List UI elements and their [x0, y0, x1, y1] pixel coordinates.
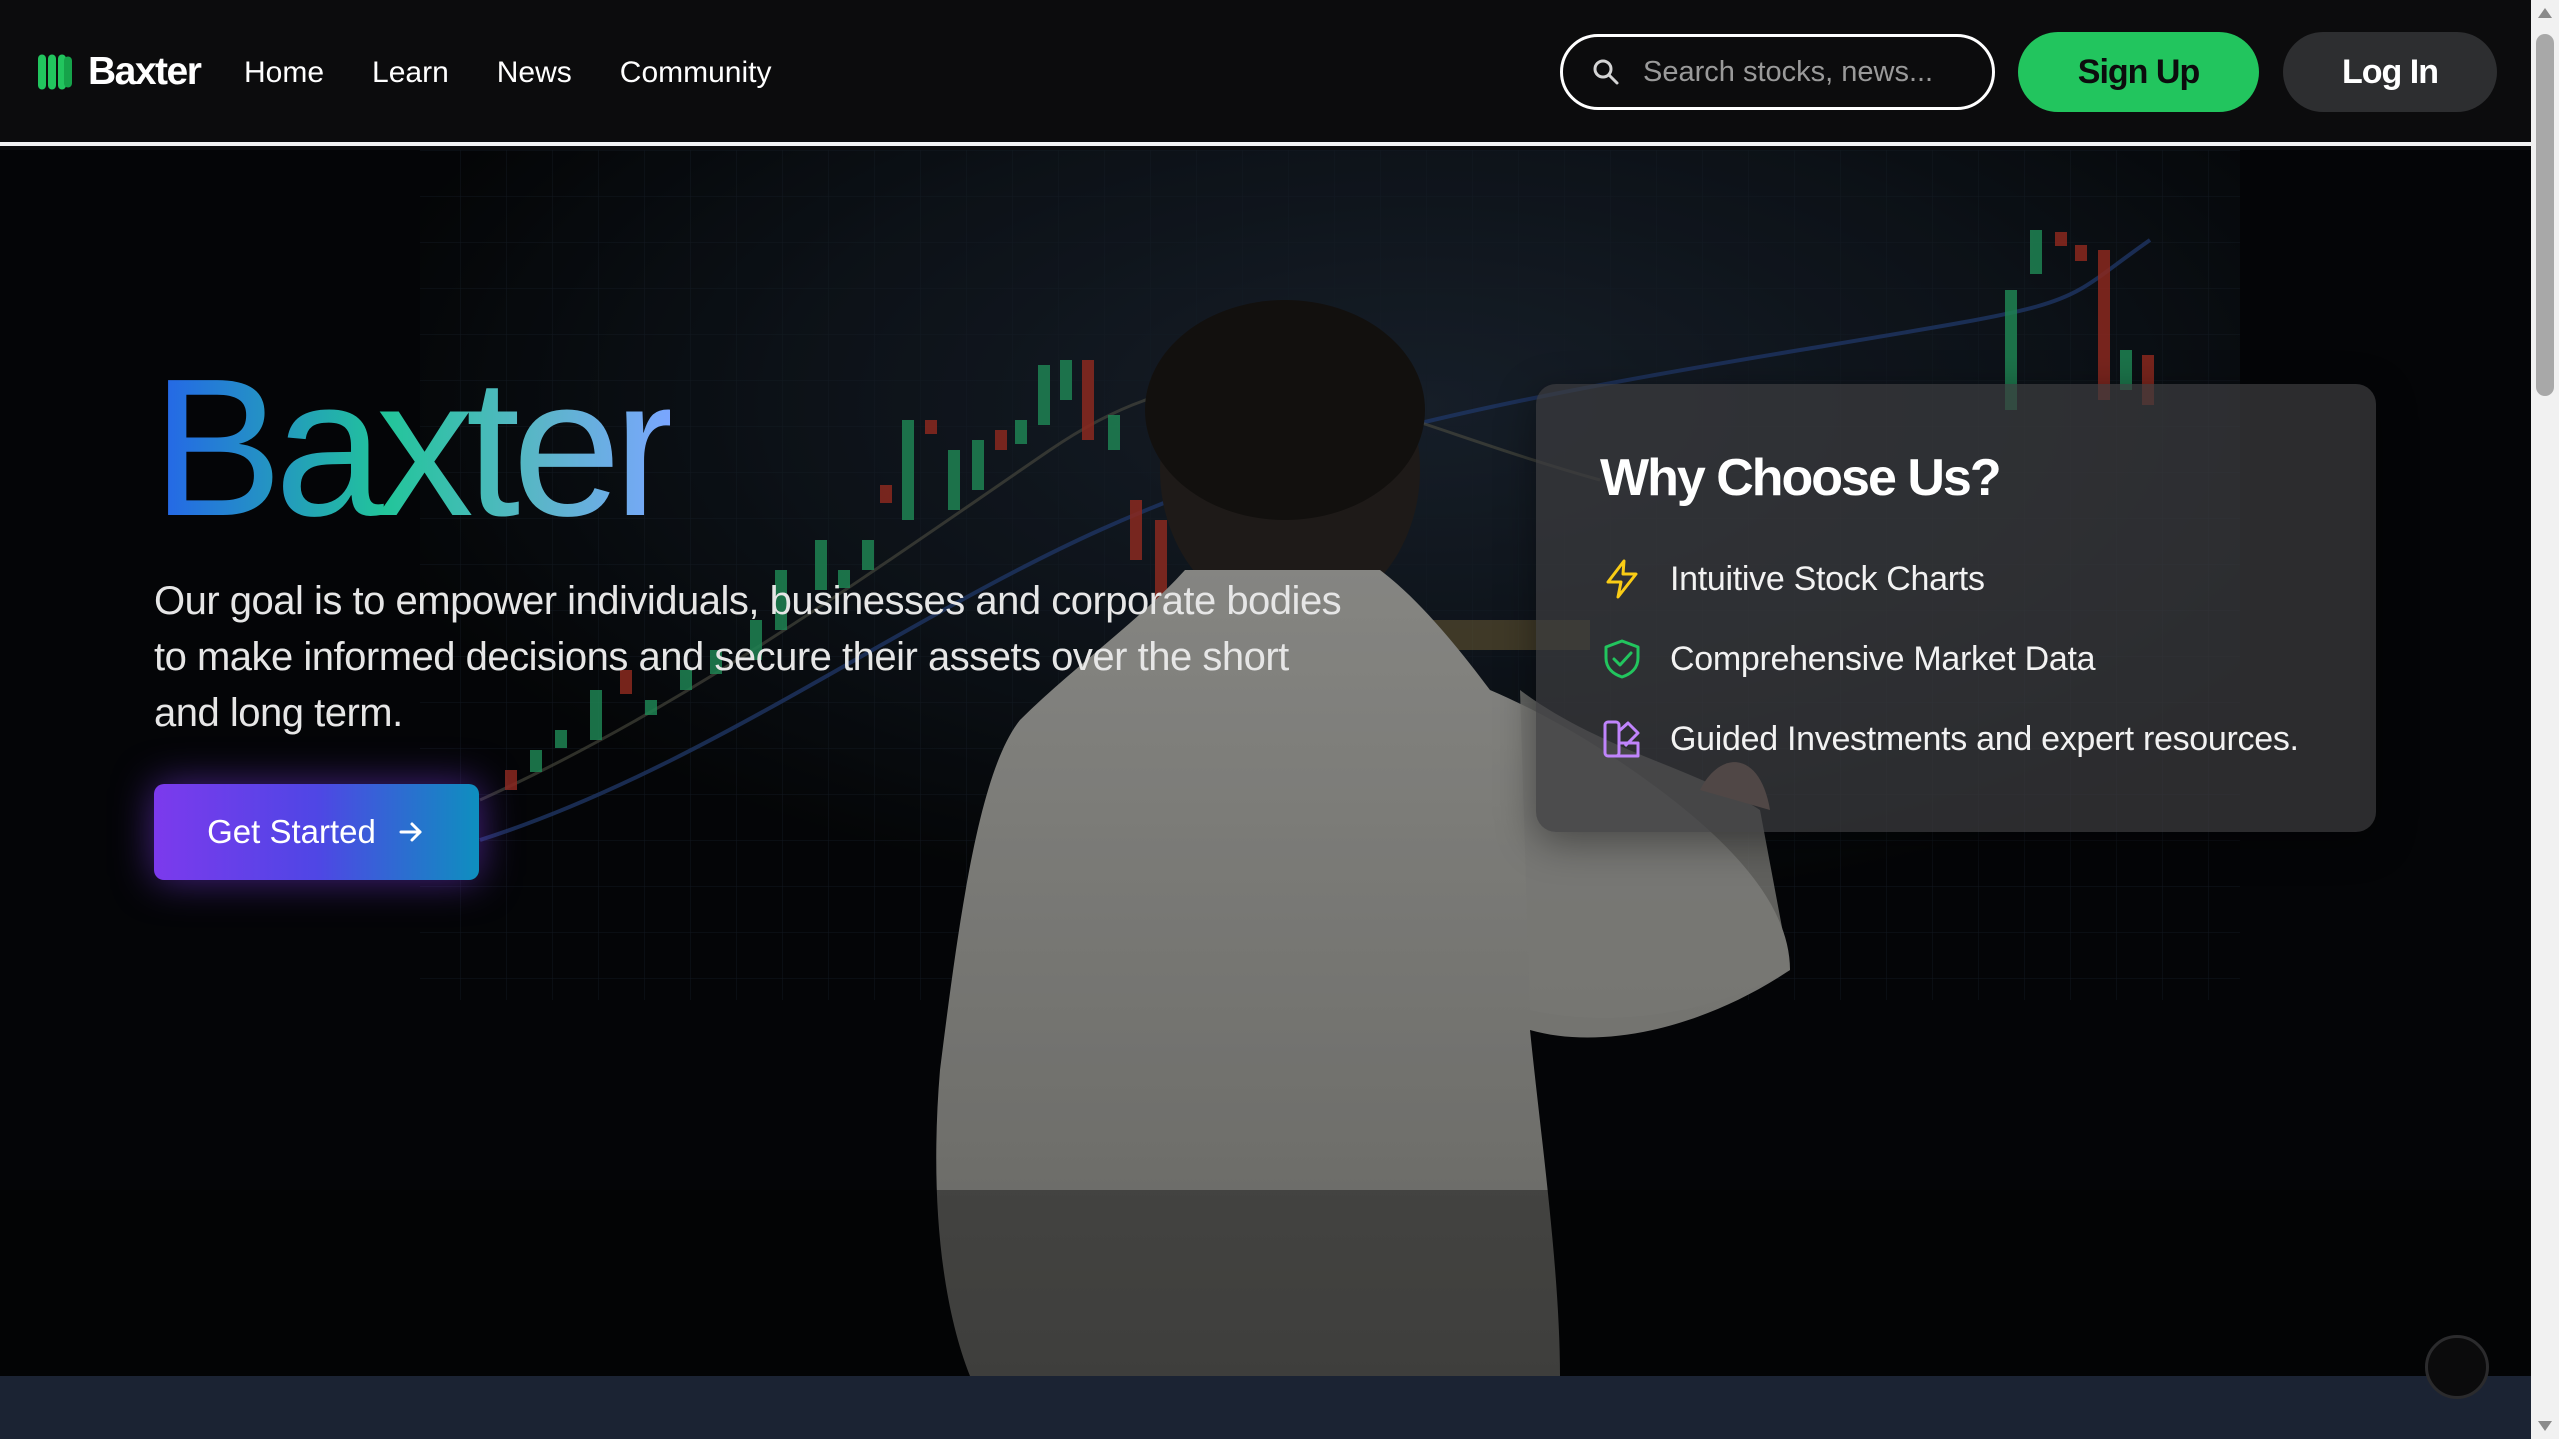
- feature-label: Comprehensive Market Data: [1670, 639, 2096, 678]
- hero-description: Our goal is to empower individuals, busi…: [154, 579, 1342, 735]
- nav-link-news[interactable]: News: [497, 50, 572, 96]
- hero-section: Baxter Our goal is to empower individual…: [0, 150, 2531, 1376]
- search-input[interactable]: [1643, 55, 1963, 89]
- feature-label: Intuitive Stock Charts: [1670, 559, 1985, 598]
- feature-item-guided-investments: Guided Investments and expert resources.: [1600, 714, 2299, 764]
- feature-item-market-data: Comprehensive Market Data: [1600, 634, 2299, 684]
- sign-up-button[interactable]: Sign Up: [2018, 32, 2259, 112]
- swatch-book-icon: [1603, 720, 1640, 758]
- floating-action-button[interactable]: [2425, 1335, 2489, 1399]
- lightning-icon: [1606, 559, 1638, 599]
- feature-item-charts: Intuitive Stock Charts: [1600, 554, 2299, 604]
- scrollbar-thumb[interactable]: [2536, 34, 2554, 396]
- page-scrollbar[interactable]: [2531, 0, 2559, 1439]
- why-features-list: Intuitive Stock Charts Comprehensive Mar…: [1600, 554, 2299, 794]
- search-icon: [1593, 59, 1619, 85]
- brand-name: Baxter: [88, 50, 202, 93]
- feature-label: Guided Investments and expert resources.: [1670, 719, 2299, 758]
- search-box[interactable]: [1560, 34, 1995, 110]
- nav-link-learn[interactable]: Learn: [372, 50, 449, 96]
- log-in-button[interactable]: Log In: [2283, 32, 2497, 112]
- nav-link-home[interactable]: Home: [244, 50, 324, 96]
- top-navbar: Baxter Home Learn News Community Sign Up…: [0, 0, 2531, 146]
- nav-link-community[interactable]: Community: [620, 50, 772, 96]
- brand-logo-link[interactable]: Baxter: [34, 44, 202, 100]
- hero-title: Baxter: [152, 333, 678, 563]
- shield-check-icon: [1604, 639, 1640, 679]
- scroll-down-arrow-icon[interactable]: [2538, 1421, 2552, 1431]
- why-choose-us-title: Why Choose Us?: [1600, 449, 2002, 507]
- arrow-right-icon: [399, 822, 422, 842]
- brand-logo-icon: [38, 54, 72, 90]
- next-section-strip: [0, 1376, 2531, 1439]
- scroll-up-arrow-icon[interactable]: [2538, 8, 2552, 18]
- why-choose-us-card: Why Choose Us? Intuitive Stock Charts Co…: [1536, 384, 2376, 832]
- get-started-button[interactable]: Get Started: [154, 784, 479, 880]
- main-nav: Home Learn News Community: [244, 50, 771, 96]
- get-started-label: Get Started: [207, 813, 376, 850]
